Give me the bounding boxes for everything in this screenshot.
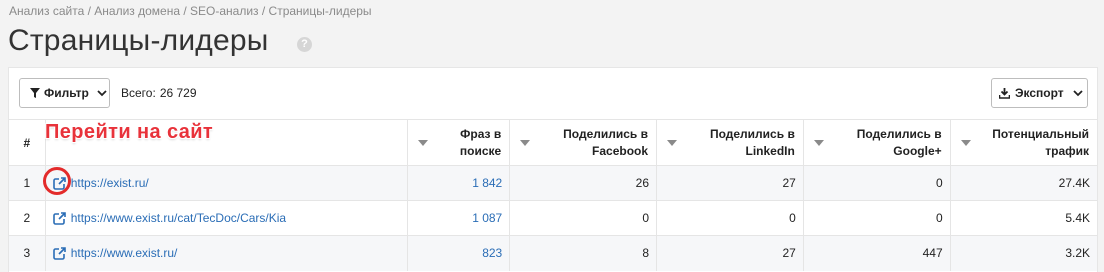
phrases-link[interactable]: 1 842	[406, 165, 510, 201]
export-button-label: Экспорт	[1015, 86, 1064, 100]
total-label: Всего:	[121, 86, 156, 100]
column-header-traffic[interactable]: Потенциальный трафик	[949, 119, 1097, 166]
page-title: Страницы-лидеры	[8, 24, 269, 57]
row-number: 3	[9, 235, 46, 271]
google-shares: 0	[802, 200, 951, 236]
filter-icon	[30, 88, 40, 98]
potential-traffic: 5.4K	[949, 200, 1097, 236]
potential-traffic: 27.4K	[949, 165, 1097, 201]
page-url-link[interactable]: https://www.exist.ru/cat/TecDoc/Cars/Kia	[71, 211, 286, 225]
linkedin-shares: 27	[656, 165, 804, 201]
url-cell: https://www.exist.ru/cat/TecDoc/Cars/Kia	[44, 200, 408, 236]
download-icon	[999, 87, 1010, 99]
total-count: Всего: 26 729	[121, 86, 197, 100]
chevron-down-icon	[1073, 89, 1083, 96]
potential-traffic: 3.2K	[949, 235, 1097, 271]
external-link-icon[interactable]	[52, 211, 66, 225]
row-number: 1	[9, 165, 46, 201]
phrases-link[interactable]: 823	[406, 235, 510, 271]
url-cell: https://www.exist.ru/	[44, 235, 408, 271]
column-header-google-label: Поделились в Google+	[856, 126, 942, 158]
filter-button-label: Фильтр	[44, 86, 89, 100]
export-button[interactable]: Экспорт	[991, 78, 1088, 108]
annotation-circle	[43, 167, 71, 195]
sort-caret-icon[interactable]	[813, 139, 824, 146]
column-header-linkedin-label: Поделились в LinkedIn	[709, 126, 795, 158]
total-value: 26 729	[159, 86, 197, 100]
facebook-shares: 0	[509, 200, 657, 236]
linkedin-shares: 0	[656, 200, 804, 236]
chevron-down-icon	[97, 89, 107, 96]
table-row: 1 https://exist.ru/ 1 842 26 27 0 27.4K	[9, 165, 1097, 201]
sort-caret-icon[interactable]	[667, 139, 678, 146]
table-row: 3 https://www.exist.ru/ 823 8 27 447 3.2…	[9, 235, 1097, 271]
column-header-google[interactable]: Поделились в Google+	[802, 119, 951, 166]
row-number: 2	[9, 200, 46, 236]
table-row: 2 https://www.exist.ru/cat/TecDoc/Cars/K…	[9, 200, 1097, 236]
sort-caret-icon[interactable]	[417, 139, 428, 146]
sort-caret-icon[interactable]	[960, 139, 971, 146]
page-url-link[interactable]: https://exist.ru/	[71, 176, 149, 190]
phrases-link[interactable]: 1 087	[406, 200, 510, 236]
google-shares: 0	[802, 165, 951, 201]
annotation-label: Перейти на сайт	[45, 121, 214, 143]
filter-button[interactable]: Фильтр	[19, 78, 110, 108]
column-header-phrases-label: Фраз в поиске	[459, 126, 502, 158]
facebook-shares: 8	[509, 235, 657, 271]
column-header-linkedin[interactable]: Поделились в LinkedIn	[656, 119, 804, 166]
help-icon[interactable]: ?	[297, 37, 312, 52]
linkedin-shares: 27	[656, 235, 804, 271]
google-shares: 447	[802, 235, 951, 271]
column-header-num: #	[9, 119, 46, 166]
page-url-link[interactable]: https://www.exist.ru/	[71, 246, 178, 260]
column-header-traffic-label: Потенциальный трафик	[992, 126, 1089, 158]
breadcrumb[interactable]: Анализ сайта / Анализ домена / SEO-анали…	[9, 4, 372, 18]
column-header-facebook-label: Поделились в Facebook	[563, 126, 649, 158]
column-header-facebook[interactable]: Поделились в Facebook	[509, 119, 657, 166]
url-cell: https://exist.ru/	[44, 165, 408, 201]
facebook-shares: 26	[509, 165, 657, 201]
sort-caret-icon[interactable]	[520, 139, 531, 146]
column-header-phrases[interactable]: Фраз в поиске	[406, 119, 510, 166]
external-link-icon[interactable]	[52, 246, 66, 260]
results-card: Фильтр Всего: 26 729 Экспорт # Фраз в пои…	[8, 67, 1098, 272]
